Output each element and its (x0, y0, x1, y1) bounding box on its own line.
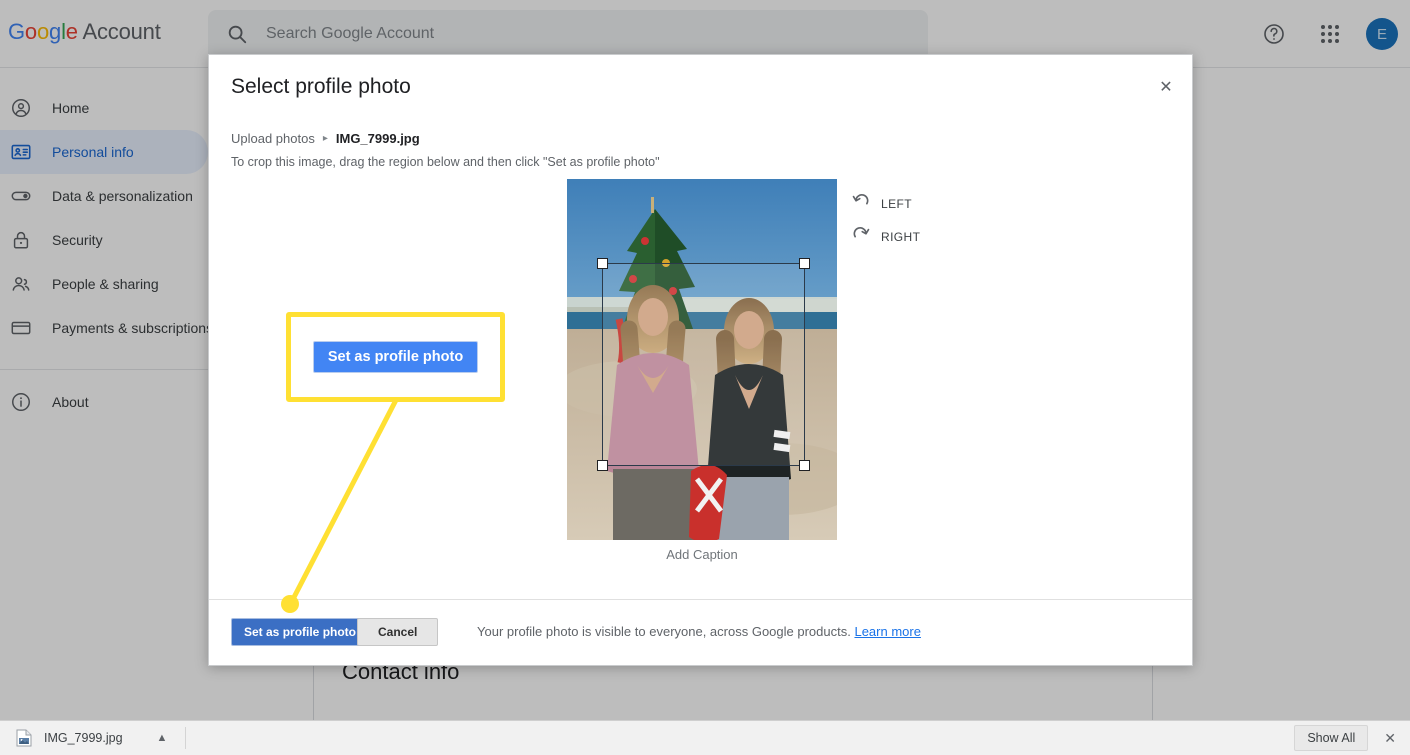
breadcrumb: Upload photos ▸ IMG_7999.jpg (231, 131, 420, 146)
rotate-left-icon (851, 192, 871, 215)
screen: Google Account Search Google Account E H… (0, 0, 1410, 755)
download-item[interactable]: IMG_7999.jpg ▲ (10, 725, 173, 752)
download-bar-divider (185, 727, 187, 749)
crop-handle-top-left[interactable] (597, 258, 608, 269)
close-icon[interactable]: ✕ (1152, 73, 1180, 101)
dialog-footer: Set as profile photo Cancel Your profile… (209, 599, 1192, 665)
rotate-right-icon (851, 225, 871, 248)
rotate-left-label: LEFT (881, 196, 912, 211)
cancel-button[interactable]: Cancel (357, 618, 439, 646)
crop-instructions: To crop this image, drag the region belo… (231, 155, 660, 169)
chevron-up-icon[interactable]: ▲ (157, 732, 168, 744)
crop-handle-bottom-right[interactable] (799, 460, 810, 471)
crop-handle-bottom-left[interactable] (597, 460, 608, 471)
set-as-profile-photo-button[interactable]: Set as profile photo (231, 618, 370, 646)
breadcrumb-current-file: IMG_7999.jpg (335, 131, 420, 146)
dialog-title: Select profile photo (231, 75, 411, 98)
add-caption-field[interactable]: Add Caption (567, 547, 837, 562)
crop-selection[interactable] (597, 258, 810, 471)
breadcrumb-upload-photos[interactable]: Upload photos (231, 131, 315, 146)
rotate-left-button[interactable]: LEFT (851, 192, 912, 215)
crop-handle-top-right[interactable] (799, 258, 810, 269)
rotate-right-button[interactable]: RIGHT (851, 225, 920, 248)
footer-note: Your profile photo is visible to everyon… (477, 624, 921, 639)
download-file-name: IMG_7999.jpg (44, 731, 123, 745)
callout-highlight: Set as profile photo (286, 312, 505, 402)
show-all-downloads-button[interactable]: Show All (1294, 725, 1369, 751)
download-bar: IMG_7999.jpg ▲ Show All ✕ (0, 720, 1410, 755)
breadcrumb-separator-icon: ▸ (322, 133, 328, 144)
learn-more-link[interactable]: Learn more (854, 624, 920, 639)
callout-set-as-profile-photo-button[interactable]: Set as profile photo (312, 341, 479, 373)
rotate-right-label: RIGHT (881, 229, 921, 244)
image-file-icon (16, 729, 32, 747)
footer-note-text: Your profile photo is visible to everyon… (477, 624, 851, 639)
close-download-bar-icon[interactable]: ✕ (1384, 730, 1396, 747)
